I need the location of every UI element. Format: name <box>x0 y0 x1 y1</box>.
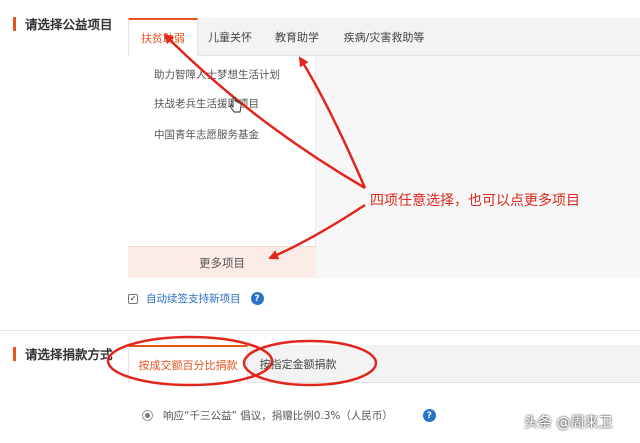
tab-education[interactable]: 教育助学 <box>262 18 332 55</box>
auto-renew-checkbox[interactable]: ✓ <box>128 293 138 304</box>
project-item[interactable]: 中国青年志愿服务基金 <box>154 127 259 142</box>
tab-percentage-donation[interactable]: 按成交额百分比捐款 <box>128 345 248 383</box>
donation-option-radio[interactable] <box>142 410 153 421</box>
tab-fixed-amount-donation[interactable]: 按指定金额捐款 <box>248 345 348 382</box>
donation-option-row: 响应“千三公益” 倡议，捐赠比例0.3%（人民币） ? <box>142 408 436 423</box>
tab-child-care[interactable]: 儿童关怀 <box>198 18 262 55</box>
tab-disease-disaster[interactable]: 疾病/灾害救助等 <box>332 18 436 55</box>
annotation-text: 四项任意选择，也可以点更多项目 <box>370 193 580 209</box>
project-list: 助力智障人士梦想生活计划 扶战老兵生活援助项目 中国青年志愿服务基金 <box>128 56 316 246</box>
section-title-project: 请选择公益项目 <box>13 14 113 33</box>
hand-cursor-icon <box>230 97 242 113</box>
project-item[interactable]: 扶战老兵生活援助项目 <box>154 96 259 111</box>
title-accent-bar <box>13 16 16 31</box>
project-tabs: 扶贫助弱 儿童关怀 教育助学 疾病/灾害救助等 <box>128 18 640 56</box>
title-accent-bar <box>13 346 16 361</box>
section-title-donation: 请选择捐款方式 <box>13 344 113 363</box>
auto-renew-row: ✓ 自动续签支持新项目 ? <box>128 291 264 306</box>
section-title-label: 请选择公益项目 <box>25 17 113 32</box>
watermark: 头条 @周来卫 <box>524 415 613 431</box>
section-divider <box>0 330 640 331</box>
question-icon[interactable]: ? <box>250 292 264 305</box>
radio-dot <box>145 413 150 418</box>
section-title-label: 请选择捐款方式 <box>25 347 113 362</box>
donation-tabs: 按成交额百分比捐款 按指定金额捐款 <box>128 345 640 383</box>
more-projects-button[interactable]: 更多项目 <box>128 246 316 278</box>
auto-renew-label[interactable]: 自动续签支持新项目 <box>146 291 241 306</box>
donation-option-label[interactable]: 响应“千三公益” 倡议，捐赠比例0.3%（人民币） <box>163 408 393 423</box>
project-item[interactable]: 助力智障人士梦想生活计划 <box>154 67 280 82</box>
question-icon[interactable]: ? <box>422 409 436 422</box>
tab-poverty-relief[interactable]: 扶贫助弱 <box>128 18 198 56</box>
